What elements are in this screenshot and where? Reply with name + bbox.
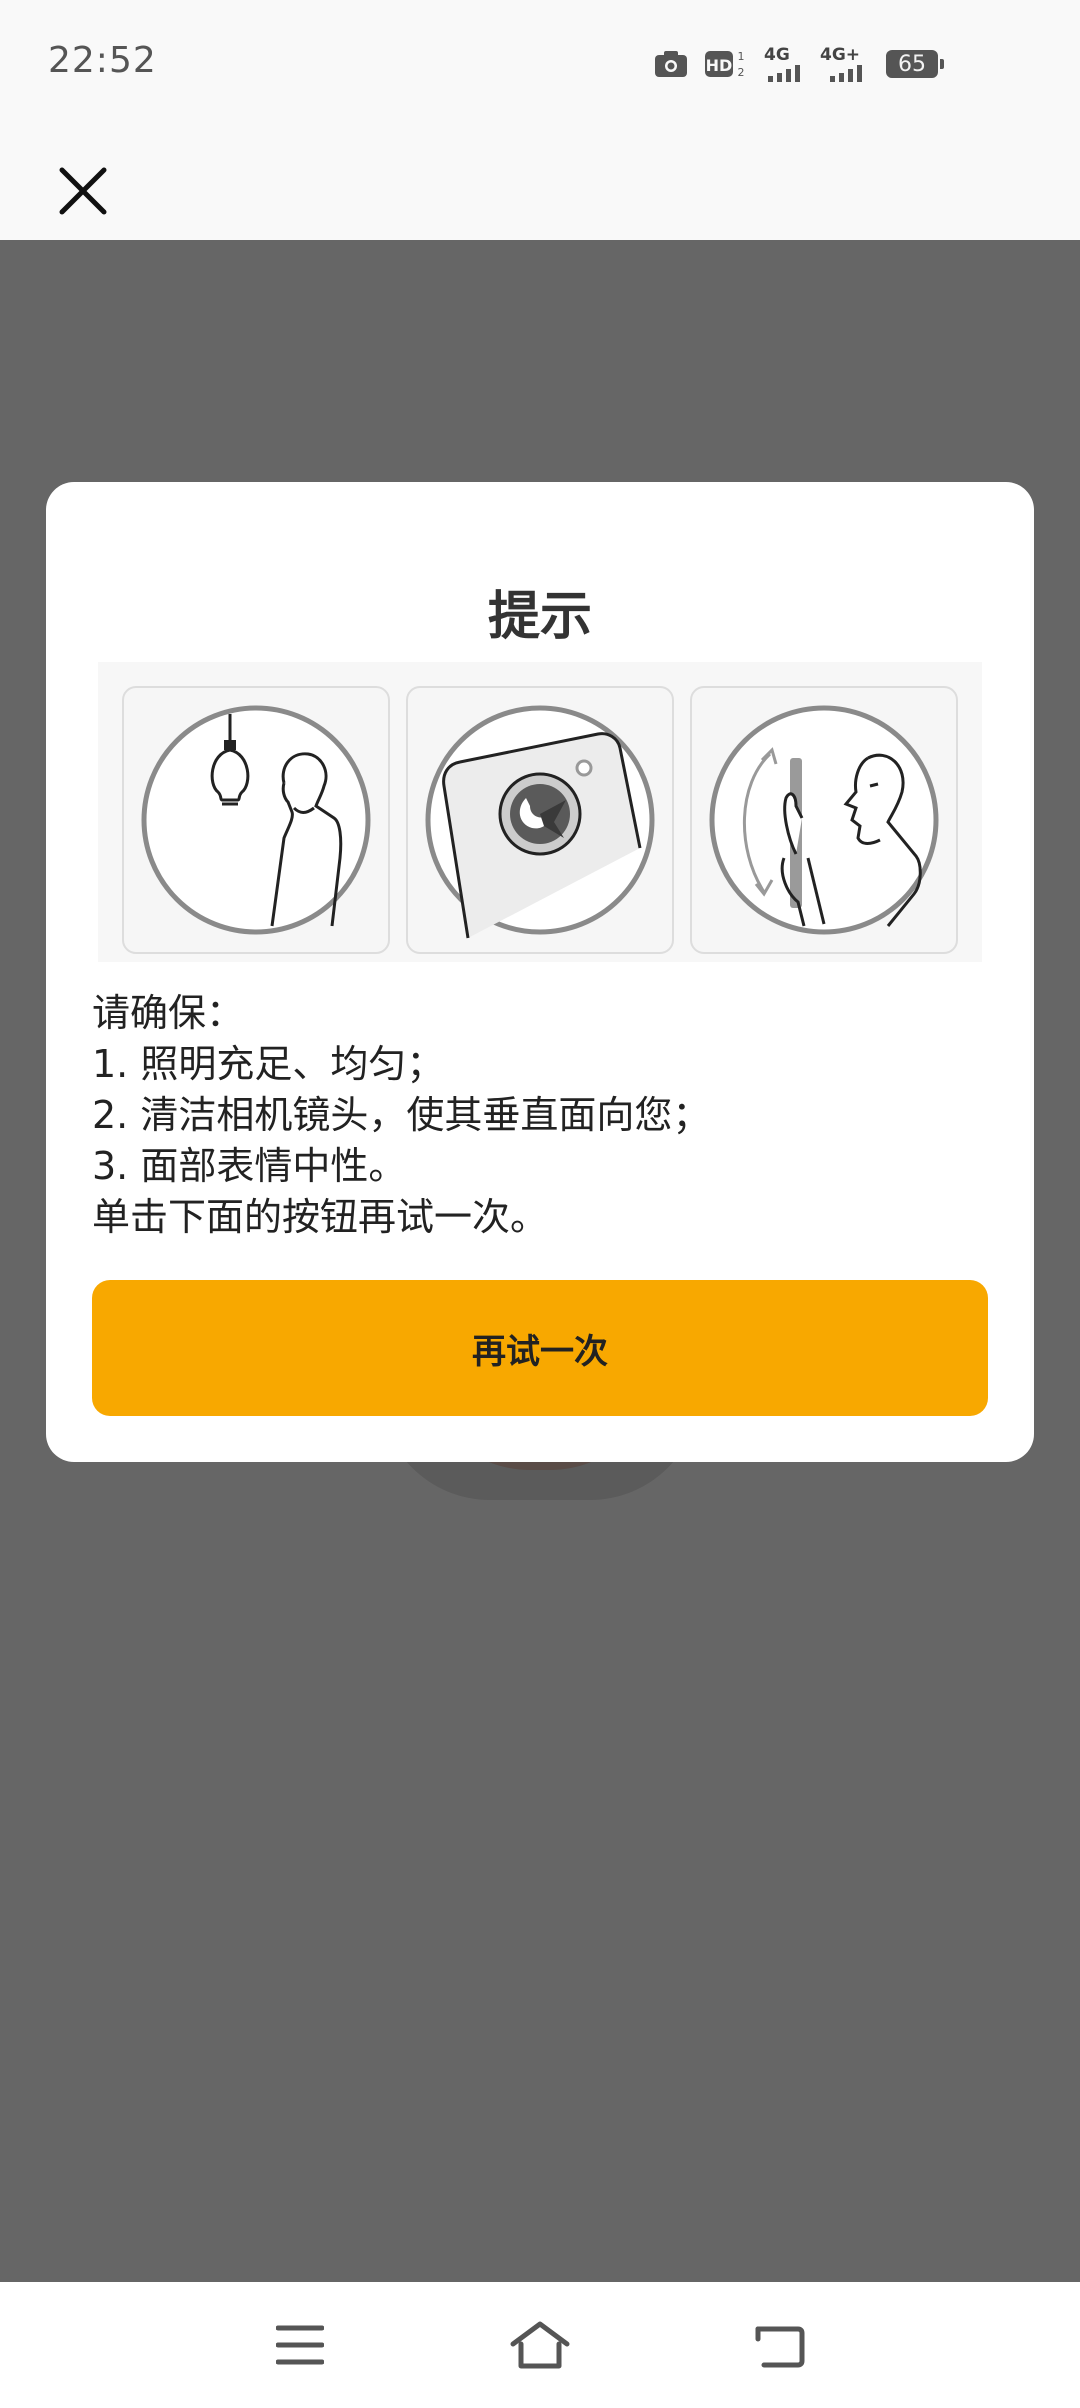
back-button[interactable] (740, 2308, 820, 2382)
battery-icon: 65 (886, 50, 944, 78)
menu-icon (276, 2325, 324, 2365)
lighting-illustration (122, 686, 390, 954)
back-icon (755, 2326, 805, 2368)
home-button[interactable] (500, 2308, 580, 2382)
menu-button[interactable] (260, 2308, 340, 2382)
status-time: 22:52 (48, 40, 157, 81)
svg-text:2: 2 (738, 66, 745, 79)
instructions-intro: 请确保： (92, 991, 245, 1035)
signal-4g-icon: 4G (764, 44, 804, 82)
svg-text:1: 1 (738, 50, 745, 63)
status-bar: 22:52 HD 1 2 4G 4G+ 65 (0, 0, 1080, 128)
navigation-bar (0, 2282, 1080, 2408)
top-bar (0, 128, 1080, 240)
instructions-outro: 单击下面的按钮再试一次。 (92, 1195, 549, 1239)
retry-button[interactable]: 再试一次 (92, 1280, 988, 1416)
home-icon (510, 2321, 570, 2369)
signal-4g-plus-icon: 4G+ (820, 44, 870, 82)
hd-icon: HD 1 2 (705, 50, 745, 79)
camera-lens-illustration (406, 686, 674, 954)
vertical-phone-illustration (690, 686, 958, 954)
network-label-4g-plus: 4G+ (820, 44, 861, 65)
camera-icon (655, 51, 687, 77)
battery-level: 65 (898, 51, 926, 77)
illustration-strip (98, 662, 982, 962)
instruction-item-1: 1. 照明充足、均匀； (92, 1042, 445, 1086)
instruction-item-3: 3. 面部表情中性。 (92, 1144, 407, 1188)
close-button[interactable] (40, 148, 126, 234)
dialog-title: 提示 (487, 587, 592, 647)
network-label-4g: 4G (764, 44, 790, 65)
instructions-text: 请确保： 1. 照明充足、均匀； 2. 清洁相机镜头，使其垂直面向您； 3. 面… (92, 988, 992, 1243)
svg-text:HD: HD (706, 56, 733, 75)
tips-dialog: 提示 请确保： 1. 照明充足、均匀； 2. 清洁相机镜头，使其垂直面向您； 3… (46, 482, 1034, 1462)
status-icons: HD 1 2 4G 4G+ 65 (654, 44, 944, 84)
close-icon (59, 167, 107, 215)
instruction-item-2: 2. 清洁相机镜头，使其垂直面向您； (92, 1093, 711, 1137)
